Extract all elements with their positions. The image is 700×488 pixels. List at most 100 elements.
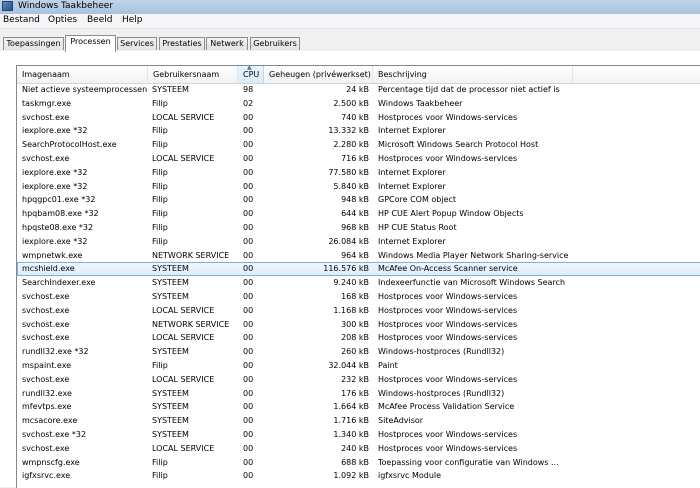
menu-bestand[interactable]: Bestand	[3, 15, 40, 25]
user-name-cell: LOCAL SERVICE	[152, 333, 215, 343]
tab-services[interactable]: Services	[117, 37, 157, 50]
column-header-memory[interactable]: Geheugen (privéwerkset)	[264, 66, 373, 83]
process-name-cell: svchost.exe	[22, 319, 70, 329]
description-cell: Percentage tijd dat de processor niet ac…	[378, 85, 560, 94]
table-row[interactable]: svchost.exe LOCAL SERVICE 00 240 kB Hostproc…	[17, 442, 700, 456]
description-cell: Hostproces voor Windows-services	[378, 319, 518, 329]
menu-beeld[interactable]: Beeld	[87, 15, 112, 25]
process-name-cell: svchost.exe	[22, 153, 70, 163]
table-row[interactable]: wmpnetwk.exe NETWORK SERVICE 00 964 kB Windo…	[17, 249, 700, 263]
table-row[interactable]: iexplore.exe *32 Filip 00 26.084 kB Internet…	[17, 235, 700, 249]
memory-cell: 968 kB	[341, 222, 369, 232]
memory-cell: 24 kB	[346, 85, 369, 94]
process-list[interactable]: Imagenaam Gebruikersnaam ▲ CPU Geheugen …	[16, 65, 700, 488]
description-cell: Hostproces voor Windows-services	[378, 374, 518, 384]
tab-processen[interactable]: Processen	[65, 35, 116, 52]
description-cell: Hostproces voor Windows-services	[378, 443, 518, 453]
description-cell: McAfee On-Access Scanner service	[378, 264, 518, 274]
process-name-cell: rundll32.exe *32	[22, 347, 89, 357]
user-name-cell: Filip	[152, 457, 168, 467]
table-row[interactable]: svchost.exe LOCAL SERVICE 00 716 kB Hostproc…	[17, 152, 700, 166]
column-header-cpu[interactable]: ▲ CPU	[238, 66, 264, 83]
table-row[interactable]: SearchIndexer.exe SYSTEEM 00 9.240 kB Indexe…	[17, 276, 700, 290]
user-name-cell: SYSTEEM	[152, 264, 189, 274]
table-row[interactable]: svchost.exe LOCAL SERVICE 00 1.168 kB Hostpr…	[17, 304, 700, 318]
cpu-cell: 00	[243, 374, 254, 384]
memory-cell: 32.044 kB	[328, 360, 369, 370]
column-header-description[interactable]: Beschrijving	[373, 66, 573, 83]
process-name-cell: svchost.exe	[22, 333, 70, 343]
table-row[interactable]: igfxsrvc.exe Filip 00 1.092 kB igfxsrvc Modu…	[17, 469, 700, 483]
description-cell: Hostproces voor Windows-services	[378, 291, 518, 301]
table-row[interactable]: iexplore.exe *32 Filip 00 13.332 kB Internet…	[17, 124, 700, 138]
process-name-cell: SearchIndexer.exe	[22, 278, 96, 288]
process-name-cell: mspaint.exe	[22, 360, 72, 370]
description-cell: McAfee Process Validation Service	[378, 402, 515, 412]
table-row[interactable]: iexplore.exe *32 Filip 00 77.580 kB Internet…	[17, 166, 700, 180]
table-row[interactable]: SearchProtocolHost.exe Filip 00 2.280 kB Mic…	[17, 138, 700, 152]
table-row[interactable]: svchost.exe NETWORK SERVICE 00 300 kB Hostpr…	[17, 318, 700, 332]
table-row[interactable]: svchost.exe LOCAL SERVICE 00 740 kB Hostproc…	[17, 111, 700, 125]
table-row[interactable]: svchost.exe LOCAL SERVICE 00 208 kB Hostproc…	[17, 331, 700, 345]
cpu-cell: 00	[243, 388, 254, 398]
column-header-user[interactable]: Gebruikersnaam	[148, 66, 238, 83]
process-name-cell: hpqbam08.exe *32	[22, 209, 99, 219]
user-name-cell: SYSTEEM	[152, 388, 189, 398]
table-row[interactable]: rundll32.exe SYSTEEM 00 176 kB Windows-hostp…	[17, 387, 700, 401]
tab-netwerk[interactable]: Netwerk	[206, 37, 248, 50]
tab-toepassingen[interactable]: Toepassingen	[3, 37, 64, 50]
table-row[interactable]: mspaint.exe Filip 00 32.044 kB Paint	[17, 359, 700, 373]
table-row[interactable]: svchost.exe LOCAL SERVICE 00 232 kB Hostproc…	[17, 373, 700, 387]
user-name-cell: NETWORK SERVICE	[152, 319, 230, 329]
memory-cell: 1.716 kB	[333, 416, 369, 426]
table-row[interactable]: wmpnscfg.exe Filip 00 688 kB Toepassing voor…	[17, 456, 700, 470]
tab-gebruikers[interactable]: Gebruikers	[250, 37, 300, 50]
user-name-cell: Filip	[152, 181, 168, 191]
process-rows: Niet actieve systeemprocessen SYSTEEM 98 24…	[17, 83, 700, 483]
cpu-cell: 00	[243, 195, 254, 205]
table-row[interactable]: taskmgr.exe Filip 02 2.500 kB Windows Taakbe…	[17, 97, 700, 111]
process-name-cell: hpqgpc01.exe *32	[22, 195, 96, 205]
table-row[interactable]: rundll32.exe *32 SYSTEEM 00 260 kB Windows-h…	[17, 345, 700, 359]
description-cell: Hostproces voor Windows-services	[378, 305, 518, 315]
column-header-cpu-label: CPU	[243, 70, 260, 79]
process-name-cell: rundll32.exe	[22, 388, 72, 398]
table-row[interactable]: hpqgpc01.exe *32 Filip 00 948 kB GPCore COM …	[17, 193, 700, 207]
tab-prestaties[interactable]: Prestaties	[159, 37, 205, 50]
description-cell: Hostproces voor Windows-services	[378, 112, 518, 122]
process-name-cell: iexplore.exe *32	[22, 126, 88, 136]
user-name-cell: LOCAL SERVICE	[152, 305, 215, 315]
process-name-cell: svchost.exe *32	[22, 429, 87, 439]
process-name-cell: wmpnscfg.exe	[22, 457, 80, 467]
memory-cell: 240 kB	[341, 443, 369, 453]
table-row[interactable]: mfevtps.exe SYSTEEM 00 1.664 kB McAfee Proce…	[17, 400, 700, 414]
process-name-cell: mcshield.exe	[22, 264, 75, 274]
column-header-name[interactable]: Imagenaam	[17, 66, 148, 83]
table-row[interactable]: hpqbam08.exe *32 Filip 00 644 kB HP CUE Aler…	[17, 207, 700, 221]
process-name-cell: hpqste08.exe *32	[22, 222, 94, 232]
description-cell: Hostproces voor Windows-services	[378, 153, 518, 163]
memory-cell: 5.840 kB	[333, 181, 369, 191]
process-name-cell: iexplore.exe *32	[22, 167, 88, 177]
cpu-cell: 00	[243, 360, 254, 370]
cpu-cell: 00	[243, 167, 254, 177]
table-row[interactable]: iexplore.exe *32 Filip 00 5.840 kB Internet …	[17, 180, 700, 194]
description-cell: HP CUE Status Root	[378, 222, 457, 232]
table-row[interactable]: svchost.exe SYSTEEM 00 168 kB Hostproces voo…	[17, 290, 700, 304]
cpu-cell: 00	[243, 236, 254, 246]
table-row[interactable]: svchost.exe *32 SYSTEEM 00 1.340 kB Hostproc…	[17, 428, 700, 442]
table-row[interactable]: Niet actieve systeemprocessen SYSTEEM 98 24…	[17, 83, 700, 97]
cpu-cell: 00	[243, 291, 254, 301]
cpu-cell: 00	[243, 250, 254, 260]
table-row[interactable]: mcsacore.exe SYSTEEM 00 1.716 kB SiteAdvisor	[17, 414, 700, 428]
table-row[interactable]: hpqste08.exe *32 Filip 00 968 kB HP CUE Stat…	[17, 221, 700, 235]
menu-help[interactable]: Help	[122, 15, 143, 25]
cpu-cell: 00	[243, 264, 254, 274]
table-row[interactable]: mcshield.exe SYSTEEM 00 116.576 kB McAfee On…	[17, 262, 700, 277]
description-cell: Hostproces voor Windows-services	[378, 429, 518, 439]
cpu-cell: 00	[243, 153, 254, 163]
user-name-cell: LOCAL SERVICE	[152, 374, 215, 384]
menu-opties[interactable]: Opties	[48, 15, 77, 25]
user-name-cell: Filip	[152, 209, 168, 219]
process-name-cell: taskmgr.exe	[22, 98, 71, 108]
